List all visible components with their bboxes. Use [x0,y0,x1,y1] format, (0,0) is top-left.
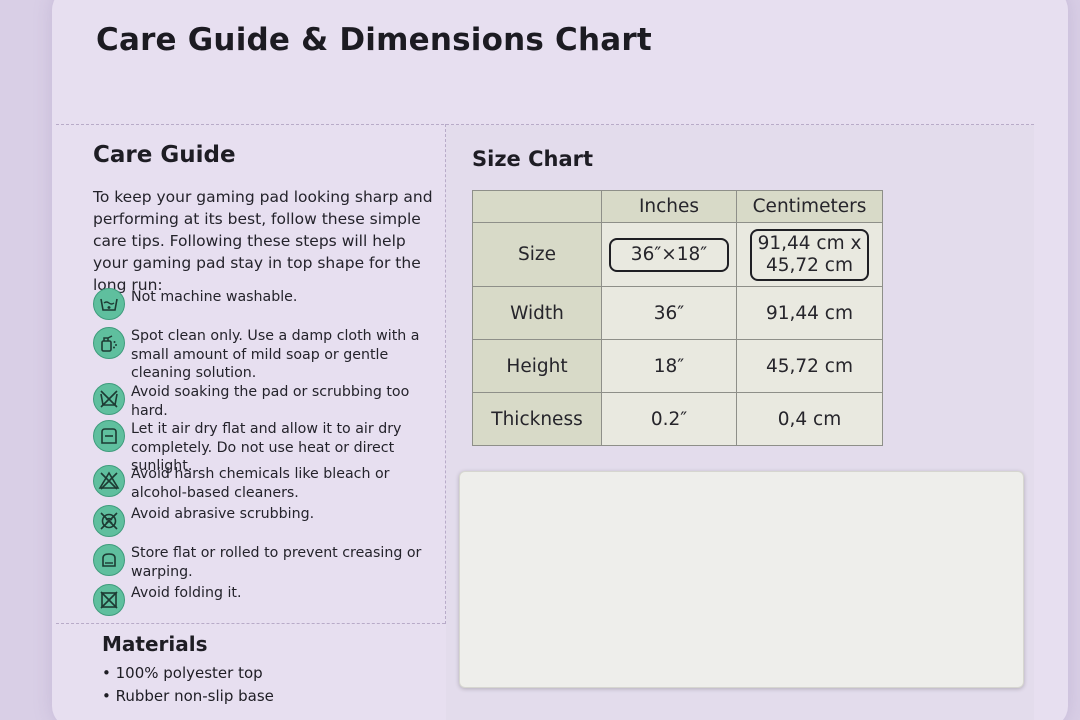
table-cell: 36″ [601,286,737,340]
materials-item: • Rubber non-slip base [102,687,274,705]
care-guide-intro: To keep your gaming pad looking sharp an… [93,188,433,294]
size-inches-value: 36″×18″ [608,237,730,272]
table-header-cell [472,190,602,223]
page-title: Care Guide & Dimensions Chart [96,22,652,58]
size-cm-line2: 45,72 cm [765,254,854,276]
size-chart-table: Inches Centimeters Size 36″×18″ 91,44 cm… [472,190,883,446]
section-divider-materials [56,623,445,624]
table-cell: 0,4 cm [736,392,883,446]
materials-title: Materials [102,632,208,656]
table-row-width: Width 36″ 91,44 cm [472,286,883,340]
row-label: Width [472,286,602,340]
gaming-pad-image [459,471,1024,688]
size-inches-cell: 36″×18″ [601,222,737,287]
no-bleach-icon [93,465,125,497]
size-cm-value: 91,44 cm x 45,72 cm [749,228,870,281]
care-item-text: Avoid folding it. [131,585,242,601]
table-cell: 0.2″ [601,392,737,446]
materials-item: • 100% polyester top [102,664,263,682]
care-item-no-soak: Avoid soaking the pad or scrubbing too h… [93,383,441,420]
care-item-text: Avoid soaking the pad or scrubbing too h… [131,384,410,419]
row-label: Size [472,222,602,287]
no-soak-icon [93,383,125,415]
no-machine-wash-icon [93,288,125,320]
row-label: Height [472,339,602,393]
care-guide-title: Care Guide [93,142,236,168]
table-cell: 18″ [601,339,737,393]
row-label: Thickness [472,392,602,446]
table-row-size: Size 36″×18″ 91,44 cm x 45,72 cm [472,222,883,287]
store-flat-icon [93,544,125,576]
no-fold-icon [93,584,125,616]
spot-clean-icon [93,327,125,359]
table-cell: 45,72 cm [736,339,883,393]
care-item-text: Store flat or rolled to prevent creasing… [131,545,422,580]
table-row-height: Height 18″ 45,72 cm [472,339,883,393]
size-cm-cell: 91,44 cm x 45,72 cm [736,222,883,287]
size-cm-line1: 91,44 cm x [757,232,862,254]
care-item-no-fold: Avoid folding it. [93,584,441,616]
air-dry-icon [93,420,125,452]
size-chart-title: Size Chart [472,147,594,171]
care-item-text: Avoid harsh chemicals like bleach or alc… [131,466,390,501]
table-cell: 91,44 cm [736,286,883,340]
care-item-store-flat: Store flat or rolled to prevent creasing… [93,544,441,581]
no-scrub-icon [93,505,125,537]
care-item-text: Avoid abrasive scrubbing. [131,506,315,522]
care-item-text: Spot clean only. Use a damp cloth with a… [131,328,420,381]
care-item-spot-clean: Spot clean only. Use a damp cloth with a… [93,327,441,383]
table-header-row: Inches Centimeters [472,190,883,223]
table-header-cell: Centimeters [736,190,883,223]
care-item-text: Not machine washable. [131,289,298,305]
table-row-thickness: Thickness 0.2″ 0,4 cm [472,392,883,446]
care-item-no-machine-wash: Not machine washable. [93,288,441,320]
materials-list: • 100% polyester top • Rubber non-slip b… [102,662,274,708]
care-item-no-bleach: Avoid harsh chemicals like bleach or alc… [93,465,441,502]
table-header-cell: Inches [601,190,737,223]
care-item-no-scrub: Avoid abrasive scrubbing. [93,505,441,537]
